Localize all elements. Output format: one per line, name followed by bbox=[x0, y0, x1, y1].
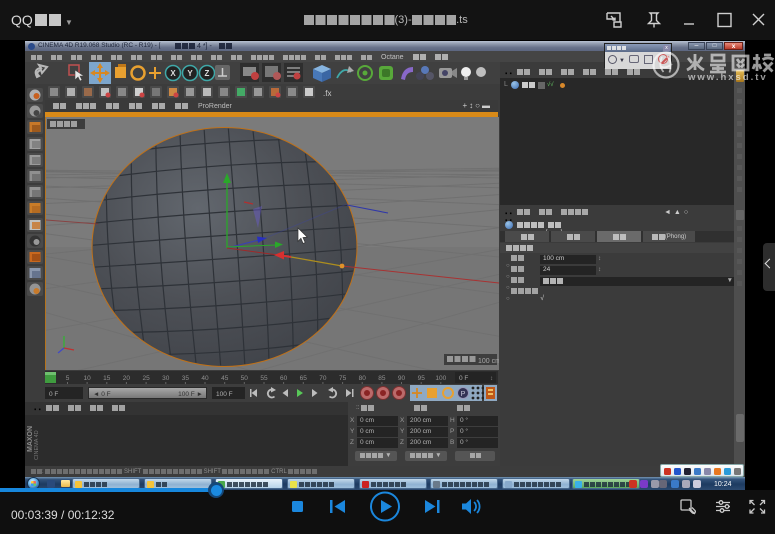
svg-text:5: 5 bbox=[66, 375, 70, 382]
svg-text:0 F: 0 F bbox=[459, 375, 468, 382]
svg-text:P: P bbox=[461, 391, 466, 398]
svg-text:70: 70 bbox=[319, 375, 327, 382]
svg-text:40: 40 bbox=[201, 375, 209, 382]
svg-text:15: 15 bbox=[103, 375, 111, 382]
svg-text:0 F: 0 F bbox=[49, 391, 58, 398]
svg-text:100 F ►: 100 F ► bbox=[178, 391, 203, 398]
svg-text:85: 85 bbox=[378, 375, 386, 382]
svg-text:25: 25 bbox=[142, 375, 150, 382]
svg-text:75: 75 bbox=[339, 375, 347, 382]
svg-text:www.hxsd.tv: www.hxsd.tv bbox=[687, 72, 768, 83]
svg-text:60: 60 bbox=[280, 375, 288, 382]
svg-text:95: 95 bbox=[418, 375, 426, 382]
svg-text:.fx: .fx bbox=[323, 89, 331, 98]
svg-text:65: 65 bbox=[300, 375, 308, 382]
svg-text:X: X bbox=[170, 69, 176, 78]
svg-text:◄ 0 F: ◄ 0 F bbox=[93, 391, 111, 398]
svg-text:35: 35 bbox=[182, 375, 190, 382]
svg-text:80: 80 bbox=[359, 375, 367, 382]
svg-text:30: 30 bbox=[162, 375, 170, 382]
svg-text:100 cm: 100 cm bbox=[478, 358, 499, 365]
svg-text:Z: Z bbox=[205, 69, 210, 78]
svg-text:Y: Y bbox=[187, 69, 193, 78]
svg-text:55: 55 bbox=[260, 375, 268, 382]
svg-text:100: 100 bbox=[435, 375, 446, 382]
svg-text:100 F: 100 F bbox=[216, 391, 233, 398]
svg-text:90: 90 bbox=[398, 375, 406, 382]
svg-text:20: 20 bbox=[123, 375, 131, 382]
svg-text:45: 45 bbox=[221, 375, 229, 382]
svg-text:↕: ↕ bbox=[490, 376, 493, 382]
svg-text:50: 50 bbox=[241, 375, 249, 382]
svg-text:10: 10 bbox=[83, 375, 91, 382]
